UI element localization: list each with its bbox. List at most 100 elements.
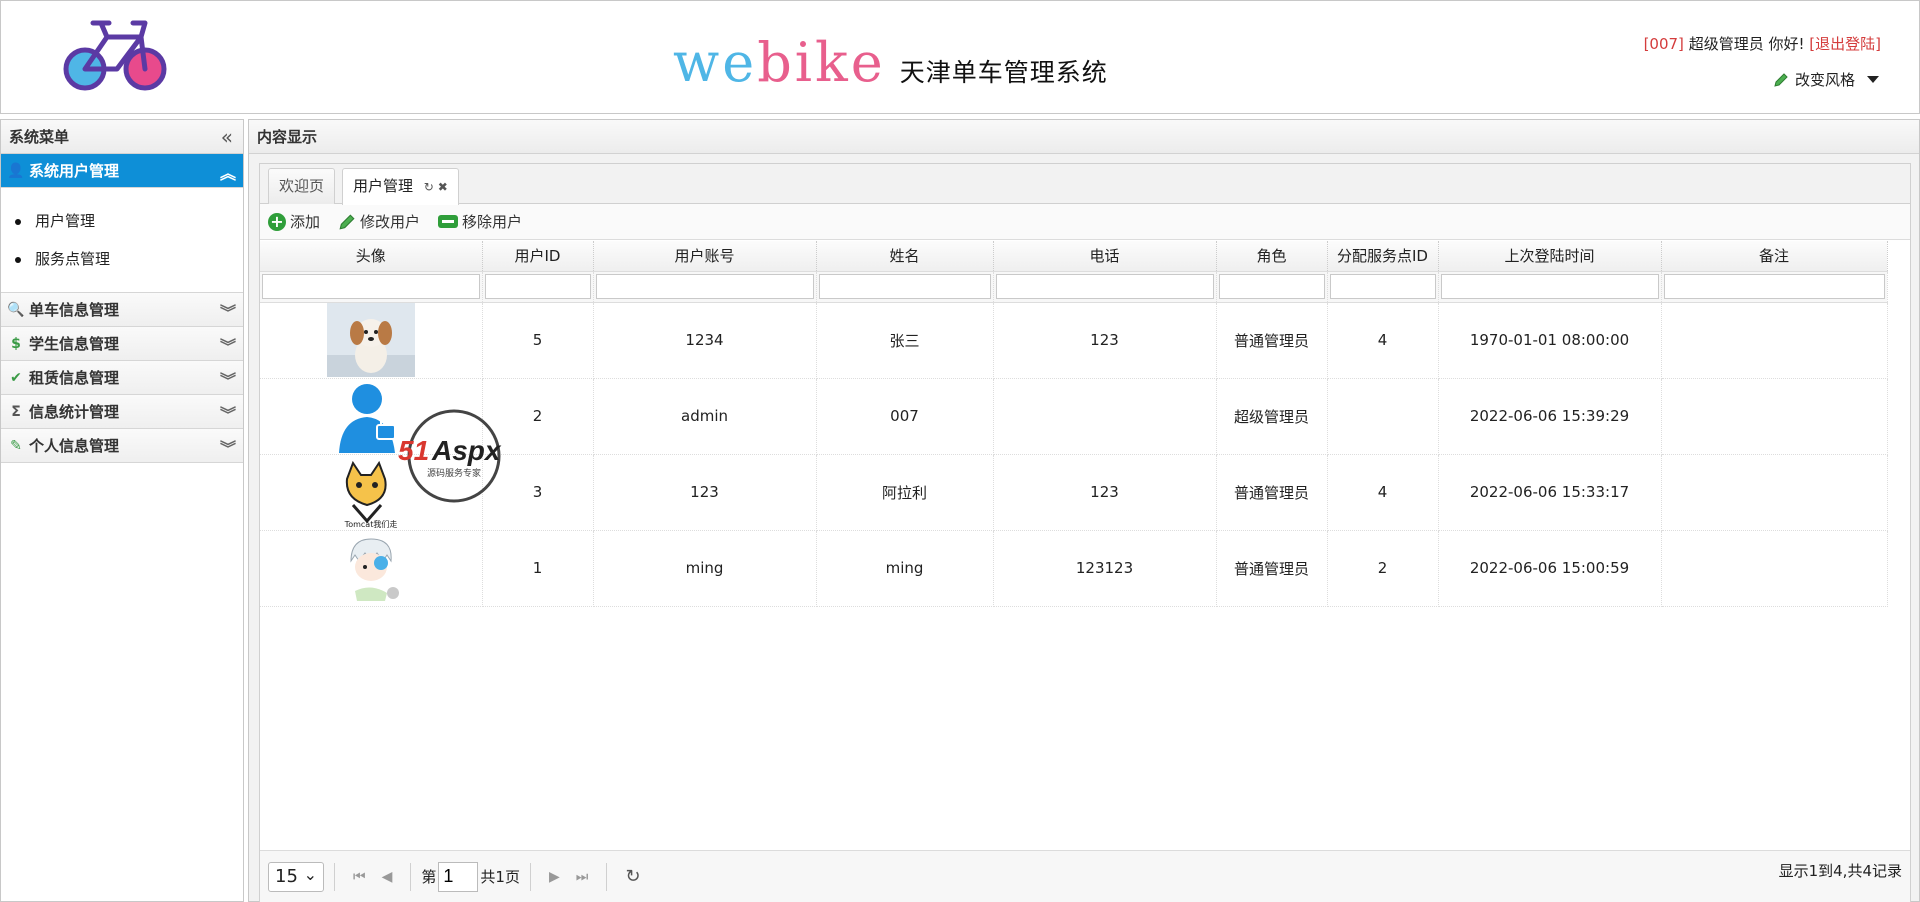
logout-link[interactable]: [退出登陆]	[1809, 35, 1881, 53]
sidebar-section-rental-info[interactable]: ✔ 租赁信息管理 ︾	[1, 361, 243, 395]
phone-cell	[993, 378, 1217, 455]
last-login-cell: 2022-06-06 15:33:17	[1438, 454, 1662, 531]
filter-row	[260, 271, 1888, 303]
system-users-menu: 用户管理 服务点管理	[1, 188, 243, 293]
header-row: 头像 用户ID 用户账号 姓名 电话 角色 分配服务点ID 上次登陆时间 备注	[260, 241, 1888, 272]
last-login-cell: 2022-06-06 15:00:59	[1438, 530, 1662, 607]
account-cell: admin	[593, 378, 817, 455]
last-login-cell: 2022-06-06 15:39:29	[1438, 378, 1662, 455]
column-header-last-login[interactable]: 上次登陆时间	[1438, 241, 1662, 272]
account-cell: 123	[593, 454, 817, 531]
role-cell: 普通管理员	[1216, 530, 1328, 607]
caret-down-icon	[1867, 76, 1879, 83]
service-point-cell: 4	[1327, 454, 1439, 531]
filter-user-id-input[interactable]	[484, 274, 591, 299]
tab-bar: 欢迎页 用户管理 ↻ ✖	[260, 164, 1910, 205]
svg-text:源码服务专家: 源码服务专家	[427, 467, 481, 479]
sidebar-item-user-management[interactable]: 用户管理	[13, 202, 243, 240]
tab-user-management[interactable]: 用户管理 ↻ ✖	[342, 168, 459, 205]
column-header-avatar[interactable]: 头像	[260, 241, 483, 272]
filter-service-point-input[interactable]	[1329, 274, 1436, 299]
remove-icon	[438, 215, 459, 228]
note-cell	[1661, 302, 1888, 379]
sidebar-item-service-point[interactable]: 服务点管理	[13, 240, 243, 278]
pencil-icon	[1774, 72, 1788, 87]
table-row[interactable]: 1 ming ming 123123 普通管理员 2 2022-06-06 15…	[260, 530, 1888, 607]
page-total: 共1页	[480, 868, 520, 886]
sidebar: 系统菜单 « 👤 系统用户管理 ︽ 用户管理 服务点管理 🔍 单车信息管理 ︾ …	[0, 119, 244, 902]
dog-avatar-image	[326, 303, 415, 377]
close-tab-icon[interactable]: ✖	[438, 180, 448, 194]
search-icon: 🔍	[7, 301, 25, 318]
account-cell: 1234	[593, 302, 817, 379]
money-icon: $	[11, 335, 21, 352]
refresh-tab-icon[interactable]: ↻	[424, 180, 434, 194]
remove-user-button[interactable]: 移除用户	[438, 211, 522, 232]
prev-page-icon[interactable]: ◀	[382, 869, 393, 885]
column-header-name[interactable]: 姓名	[816, 241, 994, 272]
svg-text:51: 51	[398, 435, 429, 466]
column-header-service-point-id[interactable]: 分配服务点ID	[1327, 241, 1439, 272]
name-cell: 阿拉利	[816, 454, 994, 531]
sigma-icon: Σ	[11, 403, 21, 420]
change-theme-button[interactable]: 改变风格	[1773, 69, 1879, 90]
first-page-icon[interactable]: ⏮	[353, 869, 366, 885]
filter-phone-input[interactable]	[995, 274, 1214, 299]
column-header-account[interactable]: 用户账号	[593, 241, 817, 272]
chevron-down-icon[interactable]: ︾	[220, 401, 236, 425]
table-row[interactable]: 5 1234 张三 123 普通管理员 4 1970-01-01 08:00:0…	[260, 302, 1888, 379]
user-id-cell: 5	[482, 302, 594, 379]
filter-role-input[interactable]	[1218, 274, 1325, 299]
brand-subtitle: 天津单车管理系统	[899, 58, 1108, 87]
change-theme-label: 改变风格	[1794, 71, 1855, 89]
name-cell: 张三	[816, 302, 994, 379]
pagination-bar: 15 ⏮ ◀ 第 共1页 ▶ ⏭ ↻ 显示1到4,共4记录	[260, 850, 1910, 902]
column-header-role[interactable]: 角色	[1216, 241, 1328, 272]
service-point-cell	[1327, 378, 1439, 455]
add-user-button[interactable]: + 添加	[268, 211, 320, 232]
filter-name-input[interactable]	[818, 274, 991, 299]
role-cell: 超级管理员	[1216, 378, 1328, 455]
collapse-left-icon[interactable]: «	[221, 120, 233, 154]
page-number-input[interactable]	[438, 861, 479, 892]
chevron-down-icon[interactable]: ︾	[220, 367, 236, 391]
last-page-icon[interactable]: ⏭	[576, 869, 589, 885]
avatar-cell	[260, 530, 483, 607]
column-header-phone[interactable]: 电话	[993, 241, 1217, 272]
sidebar-section-system-users[interactable]: 👤 系统用户管理 ︽	[1, 154, 243, 188]
sidebar-section-student-info[interactable]: $ 学生信息管理 ︾	[1, 327, 243, 361]
app-header: webike 天津单车管理系统 [007] 超级管理员 你好! [退出登陆] 改…	[0, 0, 1920, 114]
pencil-icon: ✎	[10, 437, 22, 454]
phone-cell: 123	[993, 454, 1217, 531]
phone-cell: 123123	[993, 530, 1217, 607]
chevron-down-icon[interactable]: ︾	[220, 435, 236, 459]
sidebar-section-statistics[interactable]: Σ 信息统计管理 ︾	[1, 395, 243, 429]
filter-last-login-input[interactable]	[1440, 274, 1659, 299]
name-cell: ming	[816, 530, 994, 607]
column-header-user-id[interactable]: 用户ID	[482, 241, 594, 272]
brand-logo-text: webike	[673, 31, 886, 94]
filter-avatar-input[interactable]	[262, 274, 480, 299]
filter-account-input[interactable]	[595, 274, 814, 299]
filter-note-input[interactable]	[1663, 274, 1885, 299]
sidebar-title: 系统菜单 «	[1, 120, 243, 154]
pencil-icon	[339, 213, 355, 230]
refresh-icon[interactable]: ↻	[625, 866, 640, 887]
tabs-container: 欢迎页 用户管理 ↻ ✖ + 添加 修改用户 移除用户 头像 用户ID 用户账号…	[259, 163, 1911, 902]
chevron-down-icon[interactable]: ︾	[220, 333, 236, 357]
tab-welcome[interactable]: 欢迎页	[268, 168, 336, 204]
chevron-up-icon[interactable]: ︽	[220, 160, 236, 184]
note-cell	[1661, 454, 1888, 531]
next-page-icon[interactable]: ▶	[549, 869, 560, 885]
sidebar-section-bike-info[interactable]: 🔍 单车信息管理 ︾	[1, 293, 243, 327]
column-header-note[interactable]: 备注	[1661, 241, 1888, 272]
page-size-select[interactable]: 15	[268, 861, 324, 892]
account-cell: ming	[593, 530, 817, 607]
edit-user-button[interactable]: 修改用户	[338, 211, 420, 232]
user-icon: 👤	[7, 162, 25, 179]
user-id: [007]	[1643, 35, 1684, 53]
chevron-down-icon[interactable]: ︾	[220, 299, 236, 323]
phone-cell: 123	[993, 302, 1217, 379]
note-cell	[1661, 530, 1888, 607]
sidebar-section-personal-info[interactable]: ✎ 个人信息管理 ︾	[1, 429, 243, 463]
